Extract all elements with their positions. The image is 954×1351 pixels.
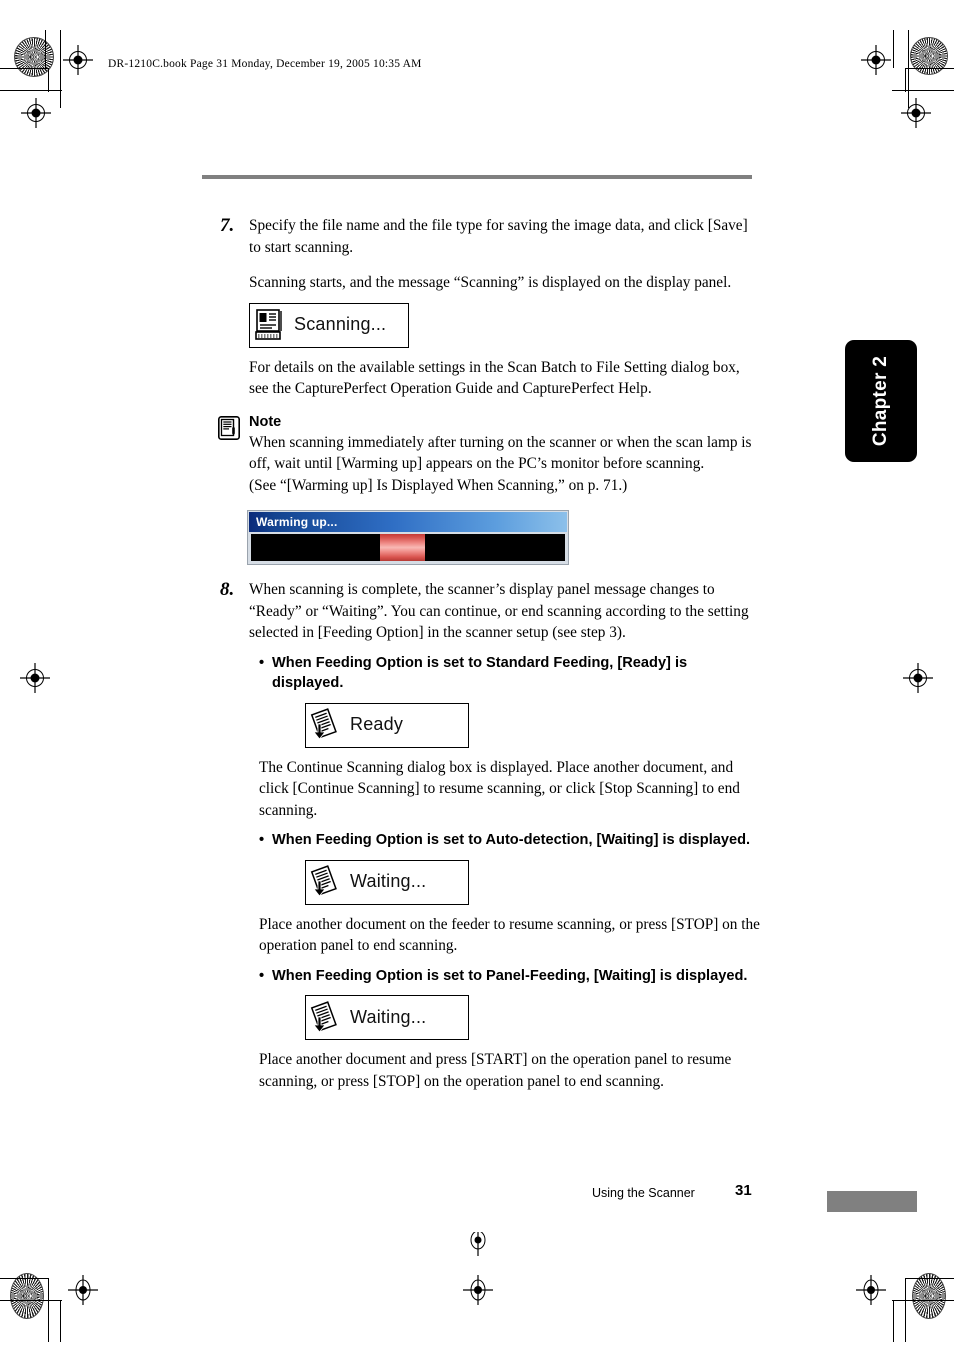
trim-line (892, 90, 954, 91)
warming-up-title-text: Warming up... (256, 515, 338, 529)
bullet-auto-detection-heading: When Feeding Option is set to Auto-detec… (272, 832, 751, 848)
trim-line (0, 68, 48, 69)
trim-line (48, 1278, 49, 1342)
lcd-panel-ready: Ready (305, 702, 469, 748)
footer-chapter-marker (827, 1191, 917, 1212)
registration-crosshair-top-right (861, 45, 891, 75)
step-8: 8. When scanning is complete, the scanne… (202, 579, 762, 1092)
rosette-mark-top-right (910, 37, 948, 75)
document-feed-arrow-icon (310, 865, 340, 899)
lcd-panel-ready-text: Ready (350, 714, 404, 735)
bullet-standard-feeding-body: The Continue Scanning dialog box is disp… (259, 758, 740, 819)
registration-crosshair-bottom-right (856, 1275, 886, 1305)
footer-section-title: Using the Scanner (592, 1186, 695, 1200)
trim-line (906, 68, 954, 69)
bullet-dot-icon: • (259, 832, 265, 848)
trim-line (60, 1300, 61, 1342)
page-content: 7. Specify the file name and the file ty… (202, 215, 762, 1092)
rosette-mark-bottom-right (912, 1273, 946, 1319)
trim-line (60, 30, 61, 108)
trim-line (908, 30, 909, 108)
trim-line (892, 1300, 954, 1301)
scanner-document-icon (254, 308, 284, 342)
trim-line (48, 68, 49, 92)
trim-line (0, 90, 62, 91)
note-block: Note When scanning immediately after tur… (202, 414, 762, 497)
trim-line (893, 1300, 894, 1342)
registration-crosshair-top-center (463, 1232, 493, 1262)
warming-up-dialog: Warming up... (247, 510, 569, 565)
step-8-number: 8. (220, 579, 235, 600)
registration-crosshair-upper-right (901, 98, 931, 128)
trim-line (0, 1278, 48, 1279)
bullet-auto-detection-body: Place another document on the feeder to … (259, 915, 760, 955)
top-divider-rule (202, 175, 752, 179)
step-7: 7. Specify the file name and the file ty… (202, 215, 762, 400)
step-8-paragraph-1: When scanning is complete, the scanner’s… (249, 581, 749, 641)
lcd-panel-scanning: Scanning... (249, 302, 409, 348)
lcd-panel-waiting-auto-text: Waiting... (350, 871, 427, 892)
trim-line (905, 1278, 906, 1342)
note-document-icon (218, 415, 240, 440)
bullet-dot-icon: • (259, 654, 265, 671)
document-feed-arrow-icon (310, 1000, 340, 1035)
registration-crosshair-bottom-center (463, 1275, 493, 1305)
bullet-dot-icon: • (259, 967, 265, 984)
chapter-tab: Chapter 2 (845, 340, 917, 462)
lcd-panel-waiting-auto: Waiting... (305, 859, 469, 905)
registration-crosshair-mid-right (903, 663, 933, 693)
bullet-standard-feeding-heading: When Feeding Option is set to Standard F… (272, 654, 688, 692)
trim-line (905, 68, 906, 92)
document-feed-arrow-icon (310, 708, 340, 742)
lcd-panel-waiting-panel: Waiting... (305, 995, 469, 1040)
chapter-tab-label: Chapter 2 (870, 355, 891, 447)
bullet-standard-feeding: • When Feeding Option is set to Standard… (259, 653, 762, 694)
warming-up-progress-track (251, 534, 565, 561)
step-7-after-text: For details on the available settings in… (249, 358, 740, 398)
registration-crosshair-upper-left (21, 98, 51, 128)
lcd-panel-waiting-panel-text: Waiting... (350, 1006, 427, 1027)
warming-up-progress-chunk (379, 534, 425, 561)
lcd-panel-scanning-text: Scanning... (294, 314, 387, 335)
note-line-2: (See “[Warming up] Is Displayed When Sca… (249, 476, 628, 494)
rosette-mark-top-left (14, 37, 54, 77)
registration-crosshair-mid-left (20, 663, 50, 693)
bullet-panel-feeding-heading: When Feeding Option is set to Panel-Feed… (272, 967, 748, 984)
footer-page-number: 31 (735, 1182, 752, 1199)
step-7-number: 7. (220, 215, 235, 236)
warming-up-titlebar: Warming up... (249, 512, 567, 532)
trim-line (45, 30, 46, 68)
step-7-paragraph-2: Scanning starts, and the message “Scanni… (249, 274, 732, 291)
registration-crosshair-top-left (63, 45, 93, 75)
trim-line (906, 1278, 954, 1279)
note-line-1: When scanning immediately after turning … (249, 433, 752, 473)
book-header-line: DR-1210C.book Page 31 Monday, December 1… (108, 58, 422, 70)
note-title: Note (249, 413, 282, 430)
rosette-mark-bottom-left (10, 1273, 44, 1319)
trim-line (0, 1300, 62, 1301)
bullet-panel-feeding-body: Place another document and press [START]… (259, 1051, 732, 1090)
registration-crosshair-bottom-left (68, 1275, 98, 1305)
step-7-paragraph-1: Specify the file name and the file type … (249, 217, 748, 256)
bullet-panel-feeding: • When Feeding Option is set to Panel-Fe… (259, 966, 762, 987)
bullet-auto-detection: • When Feeding Option is set to Auto-det… (259, 830, 762, 851)
trim-line (893, 30, 894, 68)
